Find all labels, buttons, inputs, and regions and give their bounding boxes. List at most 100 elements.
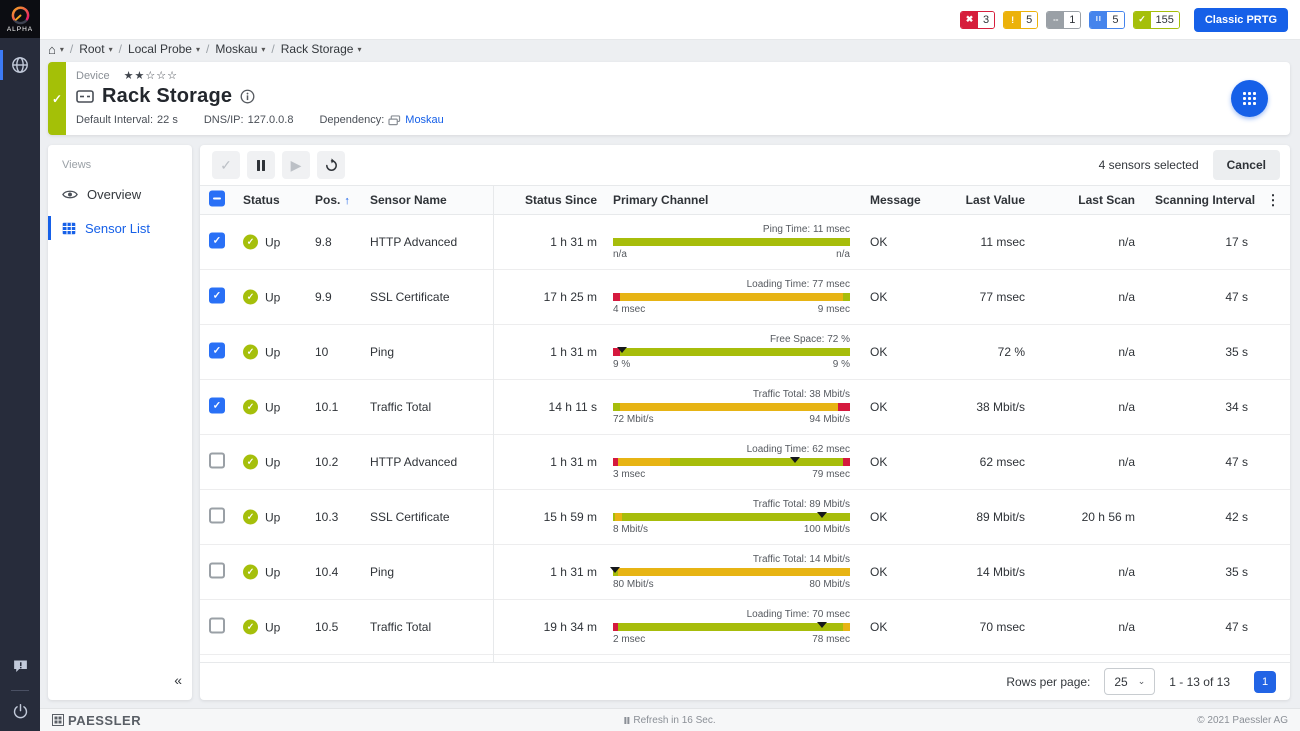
status-up-icon: ✓ — [243, 565, 258, 580]
breadcrumb: ⌂▾ / Root▾ / Local Probe▾ / Moskau▾ / Ra… — [48, 40, 361, 58]
feedback-button[interactable] — [12, 658, 29, 678]
row-checkbox[interactable]: ✓ — [209, 398, 225, 414]
paused-count: 5 — [1107, 12, 1123, 28]
last-value: 72 % — [930, 345, 1025, 359]
row-checkbox[interactable] — [209, 618, 225, 634]
table-row: ✓✓Up10.1Traffic Total14 h 11 sTraffic To… — [200, 380, 1290, 435]
chevron-down-icon: ⌄ — [1138, 676, 1146, 687]
paessler-brand[interactable]: PAESSLER — [52, 713, 141, 728]
sidebar-item-overview[interactable]: Overview — [48, 177, 192, 211]
column-header-message[interactable]: Message — [870, 193, 921, 207]
channel-min-label: n/a — [613, 249, 627, 260]
up-check-icon: ✓ — [1134, 12, 1151, 28]
chevron-down-icon: ▾ — [196, 45, 200, 54]
sort-asc-icon: ↑ — [344, 195, 350, 207]
pause-button[interactable] — [247, 151, 275, 179]
row-checkbox[interactable]: ✓ — [209, 343, 225, 359]
sensor-name-link[interactable]: Ping — [370, 565, 394, 579]
unknown-icon: -- — [1047, 12, 1064, 28]
sensor-name-link[interactable]: HTTP Advanced — [370, 235, 457, 249]
rescan-button[interactable] — [317, 151, 345, 179]
breadcrumb-local-probe[interactable]: Local Probe▾ — [128, 42, 200, 56]
status-up-icon: ✓ — [243, 235, 258, 250]
status-badge-down[interactable]: ✖ 3 — [960, 11, 995, 29]
status-badge-warning[interactable]: ! 5 — [1003, 11, 1038, 29]
column-header-primary-channel[interactable]: Primary Channel — [613, 193, 850, 207]
last-scan-value: n/a — [1045, 290, 1135, 304]
primary-channel-gauge: Ping Time: 11 msec n/a n/a — [613, 224, 850, 260]
device-status-strip: ✓ — [48, 62, 66, 135]
context-menu-fab[interactable] — [1231, 80, 1268, 117]
down-x-icon: ✖ — [961, 12, 978, 28]
position-value: 9.9 — [315, 290, 332, 304]
breadcrumb-rack-storage[interactable]: Rack Storage▾ — [281, 42, 362, 56]
page-1-button[interactable]: 1 — [1254, 671, 1276, 693]
column-settings-kebab-icon[interactable]: ⋮ — [1266, 192, 1280, 209]
channel-max-label: 78 msec — [812, 634, 850, 645]
rows-per-page-select[interactable]: 25 ⌄ — [1104, 668, 1155, 695]
collapse-panel-button[interactable]: « — [174, 672, 182, 688]
column-header-scanning-interval[interactable]: Scanning Interval — [1155, 193, 1248, 207]
sensor-name-link[interactable]: Ping — [370, 345, 394, 359]
priority-stars[interactable]: ★★☆☆☆ — [124, 69, 178, 82]
left-rail: ALPHA — [0, 0, 40, 731]
status-badge-up[interactable]: ✓ 155 — [1133, 11, 1180, 29]
feedback-chat-icon — [12, 658, 29, 675]
device-header-card: ✓ Device ★★☆☆☆ Rack Storage Default Inte… — [48, 62, 1290, 135]
up-count: 155 — [1151, 12, 1179, 28]
status-text: Up — [265, 565, 280, 579]
sensor-list-panel: ✓ ▶ 4 sensors selected Cancel Status Pos… — [200, 145, 1290, 700]
sensor-name-link[interactable]: HTTP Advanced — [370, 455, 457, 469]
channel-min-label: 4 msec — [613, 304, 645, 315]
dependency-link[interactable]: Moskau — [405, 114, 444, 126]
column-header-last-scan[interactable]: Last Scan — [1045, 193, 1135, 207]
row-checkbox[interactable]: ✓ — [209, 233, 225, 249]
resume-button[interactable]: ▶ — [282, 151, 310, 179]
row-checkbox[interactable] — [209, 508, 225, 524]
column-header-status-since[interactable]: Status Since — [500, 193, 597, 207]
select-all-checkbox[interactable] — [209, 191, 225, 207]
channel-marker-icon — [610, 567, 620, 573]
column-header-pos[interactable]: Pos.↑ — [315, 193, 350, 207]
rail-divider — [11, 690, 29, 691]
position-value: 10.5 — [315, 620, 338, 634]
row-checkbox[interactable] — [209, 453, 225, 469]
info-icon[interactable] — [240, 89, 255, 104]
status-text: Up — [265, 455, 280, 469]
acknowledge-button[interactable]: ✓ — [212, 151, 240, 179]
channel-label: Loading Time: 70 msec — [613, 609, 850, 620]
prtg-logo[interactable]: ALPHA — [0, 0, 40, 38]
classic-prtg-button[interactable]: Classic PRTG — [1194, 8, 1288, 32]
breadcrumb-moskau[interactable]: Moskau▾ — [215, 42, 265, 56]
row-checkbox[interactable] — [209, 563, 225, 579]
warning-count: 5 — [1021, 12, 1037, 28]
dependency-icon — [388, 115, 401, 126]
cancel-button[interactable]: Cancel — [1213, 150, 1280, 180]
channel-label: Ping Time: 11 msec — [613, 224, 850, 235]
sensor-name-link[interactable]: SSL Certificate — [370, 510, 450, 524]
sensor-name-link[interactable]: Traffic Total — [370, 620, 431, 634]
sensor-name-link[interactable]: SSL Certificate — [370, 290, 450, 304]
primary-channel-gauge: Free Space: 72 %9 %9 % — [613, 334, 850, 370]
column-header-last-value[interactable]: Last Value — [930, 193, 1025, 207]
channel-min-label: 72 Mbit/s — [613, 414, 654, 425]
partial-row-sliver — [200, 655, 1290, 663]
breadcrumb-root[interactable]: Root▾ — [79, 42, 112, 56]
row-checkbox[interactable]: ✓ — [209, 288, 225, 304]
status-badge-paused[interactable]: II 5 — [1089, 11, 1124, 29]
primary-channel-gauge: Traffic Total: 14 Mbit/s80 Mbit/s80 Mbit… — [613, 554, 850, 590]
channel-max-label: n/a — [836, 249, 850, 260]
message-value: OK — [870, 290, 887, 304]
refresh-countdown[interactable]: Refresh in 16 Sec. — [624, 715, 715, 726]
sensor-name-link[interactable]: Traffic Total — [370, 400, 431, 414]
logout-button[interactable] — [12, 703, 29, 723]
sidebar-item-sensor-list[interactable]: Sensor List — [48, 211, 192, 245]
column-header-status[interactable]: Status — [243, 193, 280, 207]
breadcrumb-home[interactable]: ⌂▾ — [48, 42, 64, 57]
column-header-sensor-name[interactable]: Sensor Name — [370, 193, 447, 207]
last-value: 11 msec — [930, 235, 1025, 249]
rail-item-devices[interactable] — [0, 48, 40, 82]
channel-max-label: 79 msec — [812, 469, 850, 480]
position-value: 10 — [315, 345, 328, 359]
status-badge-unknown[interactable]: -- 1 — [1046, 11, 1081, 29]
